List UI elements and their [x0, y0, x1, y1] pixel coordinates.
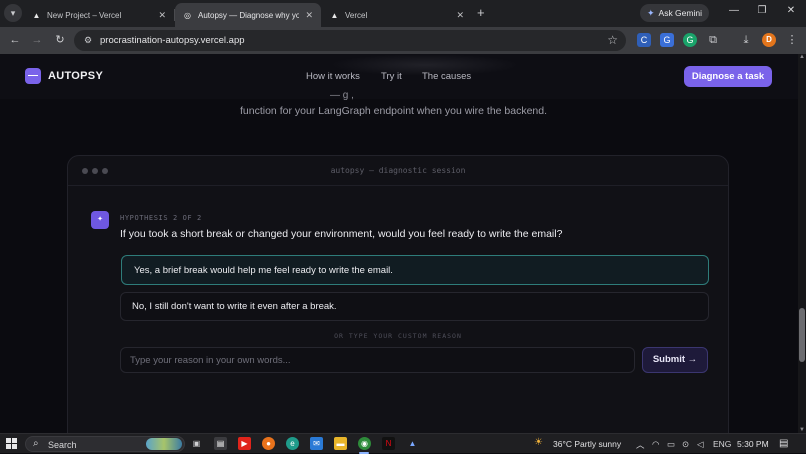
- notifications-icon[interactable]: ▤: [779, 438, 788, 449]
- hypothesis-sparkle-icon: ✦: [91, 211, 109, 229]
- page-scrollbar[interactable]: ▲ ▼: [798, 54, 806, 433]
- downloads-icon[interactable]: ⤓: [739, 33, 753, 47]
- hypothesis-counter: HYPOTHESIS 2 OF 2: [120, 214, 202, 222]
- browser-tab[interactable]: ▲ New Project – Vercel ✕: [24, 3, 174, 27]
- windows-taskbar: ⌕ Search ▣ ▤ ▶ ● e ✉ ▬ ◉ N ▲ ☀ 36°C Part…: [0, 433, 806, 454]
- url-text[interactable]: procrastination-autopsy.vercel.app: [100, 35, 245, 46]
- site-logo-text[interactable]: AUTOPSY: [48, 70, 103, 82]
- task-view-icon[interactable]: ▣: [190, 437, 203, 450]
- custom-reason-input[interactable]: [120, 347, 635, 373]
- browser-tab-active[interactable]: ◎ Autopsy — Diagnose why you'r ✕: [175, 3, 321, 27]
- bookmark-star-icon[interactable]: ☆: [607, 33, 618, 47]
- minimize-window-button[interactable]: —: [726, 5, 742, 16]
- tab-close-icon[interactable]: ✕: [158, 10, 166, 21]
- tray-overflow-icon[interactable]: ︿: [636, 439, 645, 451]
- reload-icon[interactable]: ↻: [53, 33, 67, 47]
- browser-menu-icon[interactable]: ⋮: [785, 33, 799, 47]
- answer-option-label: Yes, a brief break would help me feel re…: [134, 264, 393, 276]
- browser-toolbar: ← → ↻ ⚙ procrastination-autopsy.vercel.a…: [0, 27, 806, 54]
- edge-icon[interactable]: e: [286, 437, 299, 450]
- nav-link-try-it[interactable]: Try it: [381, 71, 402, 82]
- back-arrow-icon[interactable]: ←: [8, 33, 22, 47]
- weather-status[interactable]: 36°C Partly sunny: [553, 439, 621, 449]
- answer-option-yes[interactable]: Yes, a brief break would help me feel re…: [121, 255, 709, 285]
- site-info-icon[interactable]: ⚙: [82, 35, 94, 46]
- globe-favicon-icon: ◎: [184, 10, 191, 20]
- firefox-icon[interactable]: ●: [262, 437, 275, 450]
- tab-title: New Project – Vercel: [47, 10, 122, 20]
- ask-gemini-button[interactable]: ✦ Ask Gemini: [640, 4, 709, 22]
- volume-icon[interactable]: ◁: [697, 439, 704, 450]
- file-explorer-icon[interactable]: ▬: [334, 437, 347, 450]
- app-triangle-icon[interactable]: ▲: [406, 437, 419, 450]
- vercel-favicon-icon: ▲: [32, 10, 41, 20]
- answer-option-label: No, I still don't want to write it even …: [132, 301, 337, 312]
- nav-link-the-causes[interactable]: The causes: [422, 71, 471, 82]
- search-icon: ⌕: [33, 438, 39, 449]
- submit-button[interactable]: Submit →: [642, 347, 708, 373]
- diagnostic-session-card: autopsy — diagnostic session ✦ HYPOTHESI…: [67, 155, 729, 433]
- weather-partly-sunny-icon[interactable]: ☀: [534, 437, 548, 449]
- custom-reason-divider-label: OR TYPE YOUR CUSTOM REASON: [334, 332, 462, 340]
- close-window-button[interactable]: ✕: [783, 5, 799, 16]
- location-icon[interactable]: ⊙: [682, 439, 689, 450]
- windows-start-icon[interactable]: [6, 438, 17, 449]
- scrollbar-thumb[interactable]: [799, 308, 805, 362]
- browser-tab[interactable]: ▲ Vercel ✕: [322, 3, 472, 27]
- language-indicator[interactable]: ENG: [713, 439, 731, 449]
- youtube-icon[interactable]: ▶: [238, 437, 251, 450]
- grammarly-extension-icon[interactable]: G: [683, 33, 697, 47]
- session-title: autopsy — diagnostic session: [330, 166, 466, 175]
- taskbar-search-label: Search: [48, 440, 77, 450]
- diagnose-task-button[interactable]: Diagnose a task: [684, 66, 772, 87]
- site-header: — AUTOPSY How it works Try it The causes…: [0, 54, 798, 99]
- browser-tab-strip: ▾ ▲ New Project – Vercel ✕ ◎ Autopsy — D…: [0, 0, 806, 27]
- extensions-puzzle-icon[interactable]: ⧉: [706, 33, 720, 47]
- tab-search-menu-icon[interactable]: ▾: [4, 4, 22, 22]
- battery-icon[interactable]: ▭: [667, 439, 675, 450]
- tab-close-icon[interactable]: ✕: [305, 10, 313, 21]
- store-icon[interactable]: ▤: [214, 437, 227, 450]
- mail-icon[interactable]: ✉: [310, 437, 323, 450]
- nav-link-how-it-works[interactable]: How it works: [306, 71, 360, 82]
- profile-avatar[interactable]: D: [762, 33, 776, 47]
- netflix-icon[interactable]: N: [382, 437, 395, 450]
- restore-window-button[interactable]: ❐: [754, 5, 770, 16]
- search-highlight-image: [146, 438, 182, 450]
- tab-title: Vercel: [345, 10, 368, 20]
- address-bar[interactable]: ⚙ procrastination-autopsy.vercel.app ☆: [74, 30, 626, 51]
- tab-close-icon[interactable]: ✕: [456, 10, 464, 21]
- page-viewport: — AUTOPSY How it works Try it The causes…: [0, 54, 798, 433]
- hypothesis-question: If you took a short break or changed you…: [120, 228, 563, 240]
- ask-gemini-label: Ask Gemini: [658, 8, 702, 18]
- new-tab-button[interactable]: +: [477, 5, 485, 20]
- answer-option-no[interactable]: No, I still don't want to write it even …: [120, 292, 709, 321]
- session-header: autopsy — diagnostic session: [68, 156, 728, 186]
- intro-text-partial: — g ,: [330, 90, 354, 101]
- wifi-icon[interactable]: ◠: [652, 439, 659, 450]
- autopsy-logo-icon[interactable]: —: [25, 68, 41, 84]
- translate-extension-icon[interactable]: G: [660, 33, 674, 47]
- taskbar-clock[interactable]: 5:30 PM: [737, 439, 769, 449]
- gemini-sparkle-icon: ✦: [646, 7, 655, 18]
- intro-text: function for your LangGraph endpoint whe…: [240, 105, 548, 117]
- extension-c-icon[interactable]: C: [637, 33, 651, 47]
- tab-title: Autopsy — Diagnose why you'r: [198, 10, 300, 20]
- chrome-icon[interactable]: ◉: [358, 437, 371, 450]
- taskbar-search-box[interactable]: ⌕ Search: [25, 436, 185, 452]
- scroll-up-arrow-icon[interactable]: ▲: [799, 54, 805, 60]
- vercel-favicon-icon: ▲: [330, 10, 339, 20]
- forward-arrow-icon[interactable]: →: [30, 33, 44, 47]
